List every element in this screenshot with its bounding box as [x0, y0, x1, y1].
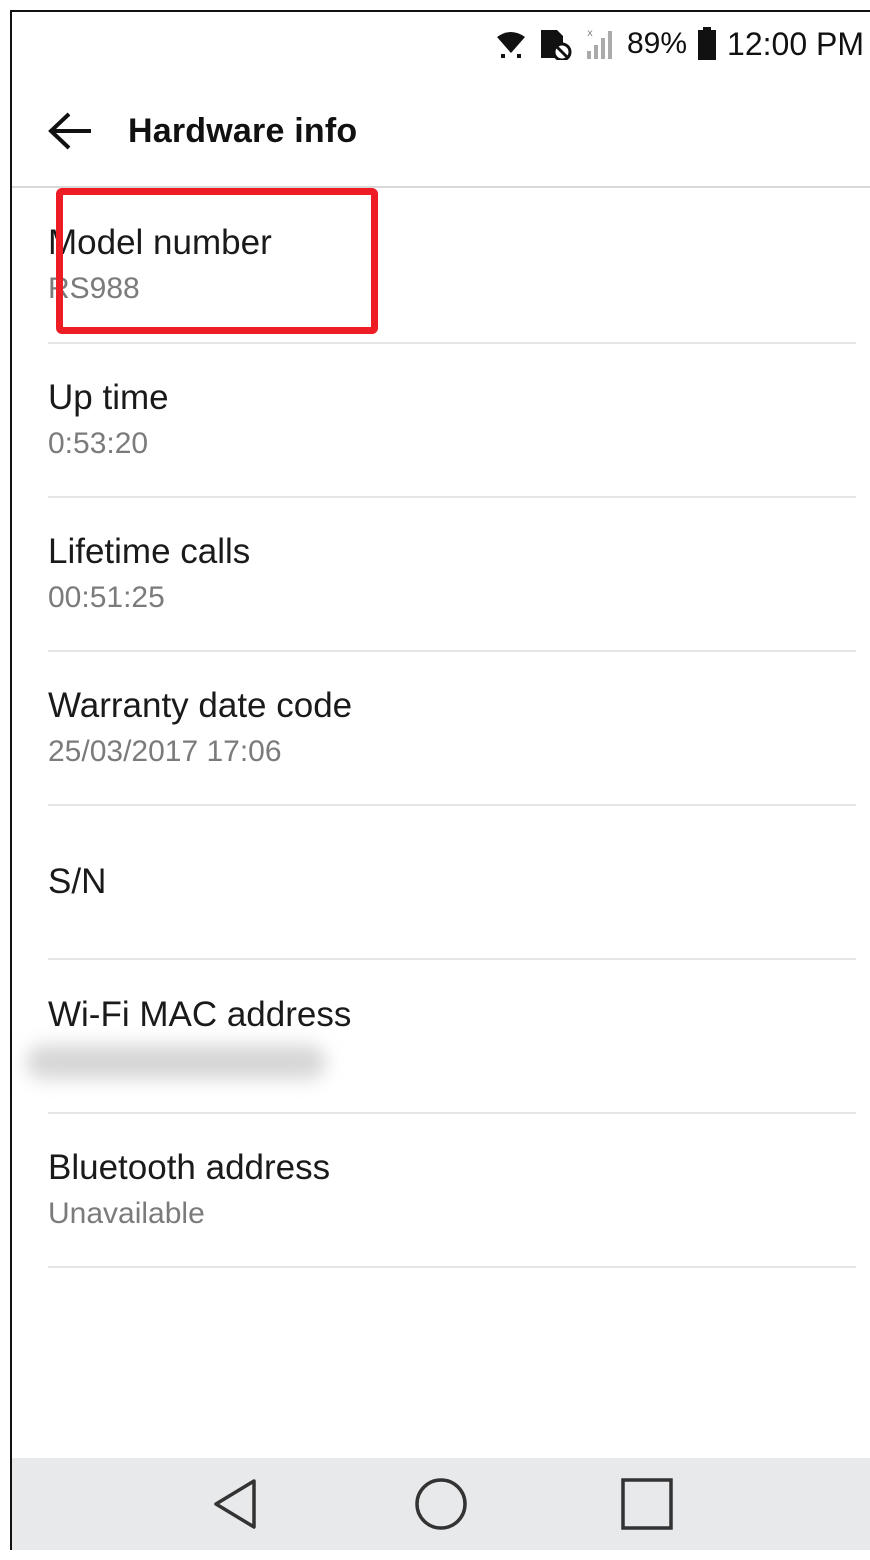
page-title: Hardware info [128, 111, 358, 150]
item-label: S/N [48, 862, 107, 901]
item-label: Warranty date code [48, 686, 353, 725]
item-value: RS988 [48, 272, 140, 305]
item-label: Lifetime calls [48, 532, 251, 571]
recents-square-icon [621, 1478, 673, 1530]
clock: 12:00 PM [727, 25, 864, 62]
item-value: 0:53:20 [48, 427, 149, 460]
back-button[interactable] [40, 101, 100, 161]
signal-icon: x [583, 27, 619, 61]
arrow-left-icon [48, 112, 91, 150]
list-item-wifi-mac-address[interactable]: Wi-Fi MAC address [26, 960, 856, 1114]
nfc-icon [537, 28, 573, 60]
list-item-serial-number[interactable]: S/N [48, 806, 856, 960]
list-item-warranty-date-code[interactable]: Warranty date code 25/03/2017 17:06 [48, 652, 856, 806]
item-value: Unavailable [48, 1197, 205, 1230]
list-item-lifetime-calls[interactable]: Lifetime calls 00:51:25 [48, 498, 856, 652]
blurred-value [26, 1045, 326, 1079]
wifi-icon [495, 29, 527, 59]
app-bar: Hardware info [12, 76, 870, 188]
item-value: 00:51:25 [48, 581, 165, 614]
list-item-up-time[interactable]: Up time 0:53:20 [48, 344, 856, 498]
back-triangle-icon [214, 1479, 256, 1529]
hardware-info-list: Model number RS988 Up time 0:53:20 Lifet… [12, 188, 870, 1268]
item-label: Model number [48, 223, 272, 262]
item-value: 25/03/2017 17:06 [48, 735, 282, 768]
svg-text:x: x [587, 28, 593, 39]
list-item-model-number[interactable]: Model number RS988 [48, 188, 856, 344]
phone-screen: x 89% 12:00 PM Hardware info Model numbe… [10, 10, 870, 1550]
item-label: Wi-Fi MAC address [48, 995, 352, 1034]
nav-back-button[interactable] [195, 1469, 275, 1539]
list-item-bluetooth-address[interactable]: Bluetooth address Unavailable [48, 1114, 856, 1268]
item-label: Bluetooth address [48, 1148, 331, 1187]
battery-icon [697, 27, 717, 61]
navigation-bar [12, 1458, 870, 1550]
status-bar: x 89% 12:00 PM [12, 12, 870, 76]
battery-percent: 89% [626, 27, 688, 60]
nav-home-button[interactable] [401, 1469, 481, 1539]
nav-recents-button[interactable] [607, 1469, 687, 1539]
item-label: Up time [48, 378, 169, 417]
home-circle-icon [415, 1478, 467, 1530]
